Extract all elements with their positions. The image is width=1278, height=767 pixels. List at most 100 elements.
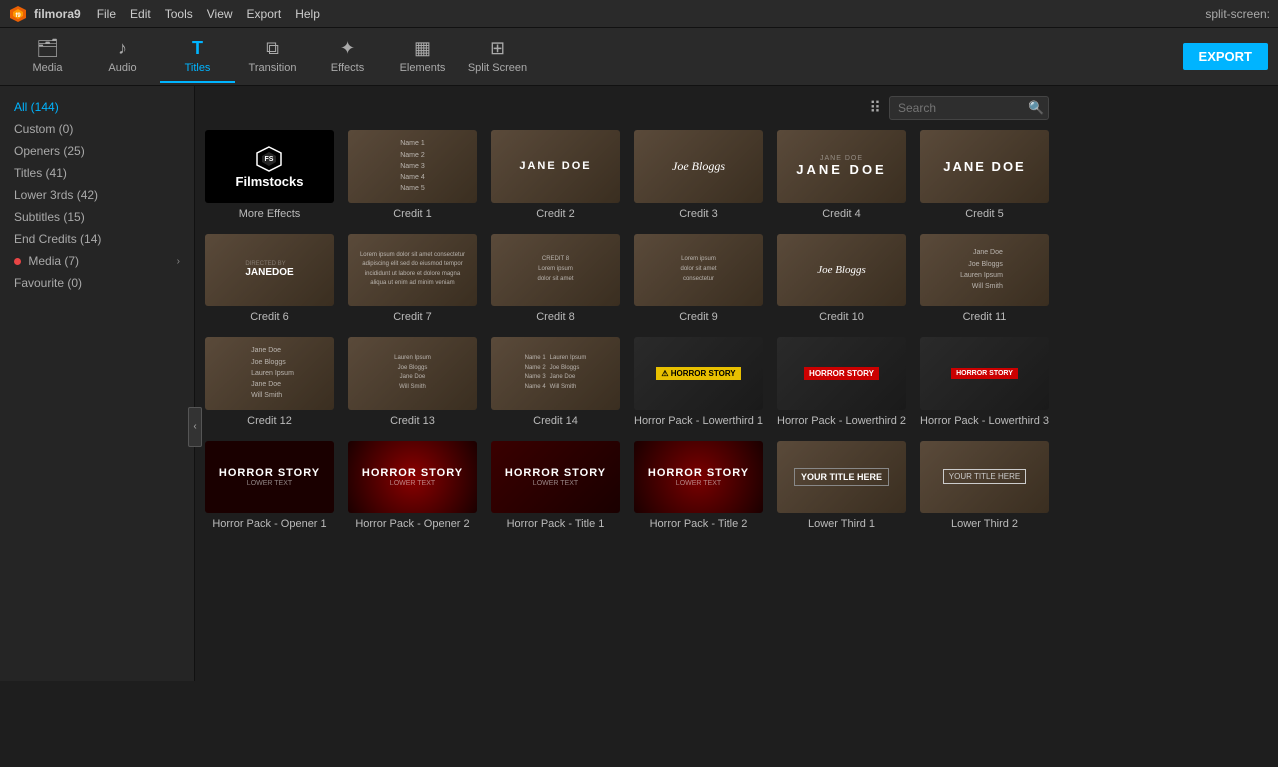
grid-item-credit11[interactable]: Jane DoeJoe BloggsLauren IpsumWill Smith… <box>920 234 1049 324</box>
credit13-thumbnail: Lauren IpsumJoe BloggsJane DoeWill Smith <box>348 337 477 410</box>
sidebar-openers-label: Openers (25) <box>14 144 85 158</box>
svg-text:FS: FS <box>265 156 274 163</box>
horror-opener2-title: HORROR STORY <box>362 467 463 479</box>
horror-lower3-label: Horror Pack - Lowerthird 3 <box>920 415 1049 427</box>
credit11-thumb-text: Jane DoeJoe BloggsLauren IpsumWill Smith <box>960 247 1009 292</box>
horror-title2-content: HORROR STORY LOWER TEXT <box>648 467 749 487</box>
toolbar-transition[interactable]: ⧉ Transition <box>235 31 310 83</box>
credit6-thumbnail: DIRECTED BY JANEDOE <box>205 234 334 307</box>
grid-item-credit10[interactable]: Joe Bloggs Credit 10 <box>777 234 906 324</box>
grid-item-credit5[interactable]: JANE DOE Credit 5 <box>920 130 1049 220</box>
sidebar-item-endcredits[interactable]: End Credits (14) <box>0 228 194 250</box>
grid-view-icon[interactable]: ⠿ <box>869 98 881 118</box>
menu-export[interactable]: Export <box>247 7 282 21</box>
grid-item-credit2[interactable]: JANE DOE Credit 2 <box>491 130 620 220</box>
grid-item-horror-title2[interactable]: HORROR STORY LOWER TEXT Horror Pack - Ti… <box>634 441 763 531</box>
toolbar-elements[interactable]: ▦ Elements <box>385 31 460 83</box>
credit2-thumb-text: JANE DOE <box>519 160 591 172</box>
grid-item-credit7[interactable]: Lorem ipsum dolor sit amet consecteturad… <box>348 234 477 324</box>
main-content: All (144) Custom (0) Openers (25) Titles… <box>0 86 1059 681</box>
toolbar-media[interactable]: 🗂 Media <box>10 31 85 83</box>
grid-item-credit3[interactable]: Joe Bloggs Credit 3 <box>634 130 763 220</box>
grid-item-horror-opener1[interactable]: HORROR STORY LOWER TEXT Horror Pack - Op… <box>205 441 334 531</box>
grid-item-credit9[interactable]: Lorem ipsumdolor sit ametconsectetur Cre… <box>634 234 763 324</box>
export-button[interactable]: EXPORT <box>1183 43 1268 70</box>
sidebar-item-subtitles[interactable]: Subtitles (15) <box>0 206 194 228</box>
lower-third2-thumbnail: YOUR TITLE HERE <box>920 441 1049 514</box>
audio-icon: ♪ <box>118 38 127 59</box>
grid-item-horror-lower3[interactable]: HORROR STORY Horror Pack - Lowerthird 3 <box>920 337 1049 427</box>
sidebar-item-openers[interactable]: Openers (25) <box>0 140 194 162</box>
grid-item-credit14[interactable]: Name 1Name 2Name 3Name 4 Lauren IpsumJoe… <box>491 337 620 427</box>
toolbar-audio[interactable]: ♪ Audio <box>85 31 160 83</box>
horror-title1-label: Horror Pack - Title 1 <box>491 518 620 530</box>
grid-item-horror-opener2[interactable]: HORROR STORY LOWER TEXT Horror Pack - Op… <box>348 441 477 531</box>
sidebar-item-media[interactable]: Media (7) › <box>0 250 194 272</box>
sidebar-item-favourite[interactable]: Favourite (0) <box>0 272 194 294</box>
menu-tools[interactable]: Tools <box>165 7 193 21</box>
search-icon[interactable]: 🔍 <box>1028 100 1044 116</box>
credit4-content: JANE DOE JANE DOE <box>796 155 886 177</box>
toolbar-elements-label: Elements <box>400 62 446 74</box>
menubar: f9 filmora9 File Edit Tools View Export … <box>0 0 1278 28</box>
horror-lower3-thumbnail: HORROR STORY <box>920 337 1049 410</box>
sidebar-item-titles[interactable]: Titles (41) <box>0 162 194 184</box>
horror-opener2-thumbnail: HORROR STORY LOWER TEXT <box>348 441 477 514</box>
grid-item-credit13[interactable]: Lauren IpsumJoe BloggsJane DoeWill Smith… <box>348 337 477 427</box>
horror-lower1-thumbnail: ⚠ HORROR STORY <box>634 337 763 410</box>
horror-opener1-label: Horror Pack - Opener 1 <box>205 518 334 530</box>
sidebar-collapse-button[interactable]: ‹ <box>188 407 202 447</box>
transition-icon: ⧉ <box>266 38 279 59</box>
sidebar-item-custom[interactable]: Custom (0) <box>0 118 194 140</box>
grid-item-credit6[interactable]: DIRECTED BY JANEDOE Credit 6 <box>205 234 334 324</box>
lower-third1-bar: YOUR TITLE HERE <box>794 468 889 486</box>
sidebar-item-all[interactable]: All (144) <box>0 96 194 118</box>
credit9-thumbnail: Lorem ipsumdolor sit ametconsectetur <box>634 234 763 307</box>
sidebar-media-label: Media (7) <box>14 254 79 268</box>
toolbar-titles[interactable]: T Titles <box>160 31 235 83</box>
grid-item-lower-third1[interactable]: YOUR TITLE HERE Lower Third 1 <box>777 441 906 531</box>
grid-item-lower-third2[interactable]: YOUR TITLE HERE Lower Third 2 <box>920 441 1049 531</box>
credit7-thumb-text: Lorem ipsum dolor sit amet consecteturad… <box>360 251 465 289</box>
menu-help[interactable]: Help <box>295 7 320 21</box>
grid-item-credit4[interactable]: JANE DOE JANE DOE Credit 4 <box>777 130 906 220</box>
sidebar-item-lower3rds[interactable]: Lower 3rds (42) <box>0 184 194 206</box>
menu-view[interactable]: View <box>207 7 233 21</box>
credit4-small-text: JANE DOE <box>820 155 863 162</box>
search-input[interactable] <box>898 101 1028 115</box>
split-screen-label: split-screen: <box>1205 7 1270 21</box>
credit8-thumb-text: CREDIT 8Lorem ipsumdolor sit amet <box>537 255 573 284</box>
grid-item-credit8[interactable]: CREDIT 8Lorem ipsumdolor sit amet Credit… <box>491 234 620 324</box>
toolbar-transition-label: Transition <box>249 62 297 74</box>
menu-edit[interactable]: Edit <box>130 7 151 21</box>
credit8-label: Credit 8 <box>491 311 620 323</box>
menu-file[interactable]: File <box>97 7 116 21</box>
credit7-thumbnail: Lorem ipsum dolor sit amet consecteturad… <box>348 234 477 307</box>
content-area: ⠿ 🔍 FS <box>195 86 1059 681</box>
credit14-content: Name 1Name 2Name 3Name 4 Lauren IpsumJoe… <box>525 354 587 392</box>
toolbar-effects[interactable]: ✦ Effects <box>310 31 385 83</box>
filmstock-logo-icon: FS <box>254 144 284 174</box>
credit14-col1: Name 1Name 2Name 3Name 4 <box>525 354 546 392</box>
grid-item-credit12[interactable]: Jane DoeJoe BloggsLauren IpsumJane DoeWi… <box>205 337 334 427</box>
grid-item-horror-lower2[interactable]: HORROR STORY Horror Pack - Lowerthird 2 <box>777 337 906 427</box>
credit12-thumb-text: Jane DoeJoe BloggsLauren IpsumJane DoeWi… <box>245 345 294 401</box>
grid-item-more-effects[interactable]: FS Filmstocks More Effects <box>205 130 334 220</box>
grid-item-credit1[interactable]: Name 1Name 2Name 3Name 4Name 5 Credit 1 <box>348 130 477 220</box>
credit14-label: Credit 14 <box>491 415 620 427</box>
credit12-label: Credit 12 <box>205 415 334 427</box>
horror-opener1-title: HORROR STORY <box>219 467 320 479</box>
horror-opener1-content: HORROR STORY LOWER TEXT <box>219 467 320 487</box>
effects-icon: ✦ <box>340 38 355 59</box>
grid-item-horror-lower1[interactable]: ⚠ HORROR STORY Horror Pack - Lowerthird … <box>634 337 763 427</box>
sidebar-endcredits-label: End Credits (14) <box>14 232 101 246</box>
titles-grid: FS Filmstocks More Effects Name 1Name 2N… <box>205 130 1049 530</box>
credit9-thumb-text: Lorem ipsumdolor sit ametconsectetur <box>680 255 716 284</box>
credit3-thumb-text: Joe Bloggs <box>672 159 725 174</box>
toolbar-split-screen[interactable]: ⊞ Split Screen <box>460 31 535 83</box>
horror-opener1-thumbnail: HORROR STORY LOWER TEXT <box>205 441 334 514</box>
horror-title1-content: HORROR STORY LOWER TEXT <box>505 467 606 487</box>
horror-opener2-label: Horror Pack - Opener 2 <box>348 518 477 530</box>
grid-item-horror-title1[interactable]: HORROR STORY LOWER TEXT Horror Pack - Ti… <box>491 441 620 531</box>
sidebar: All (144) Custom (0) Openers (25) Titles… <box>0 86 195 681</box>
